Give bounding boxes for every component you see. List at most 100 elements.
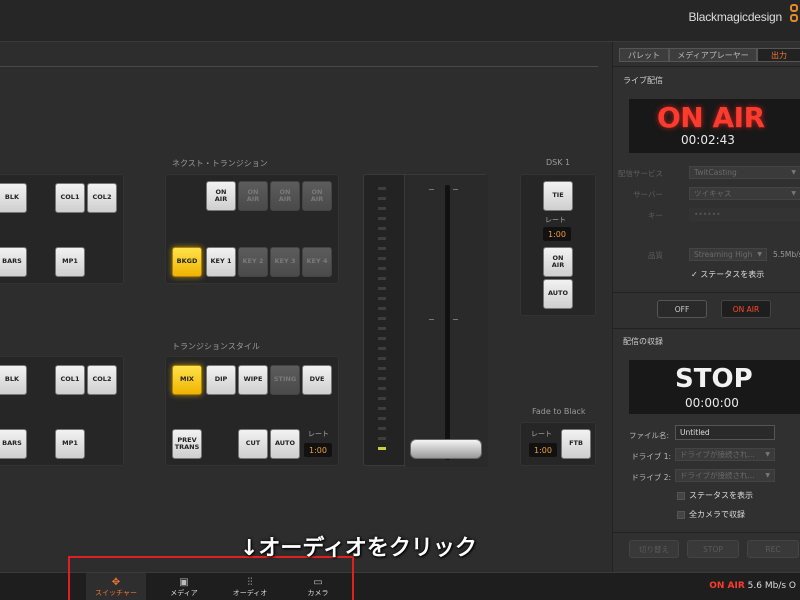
record-show-status-label: ステータスを表示	[689, 491, 753, 500]
dsk-on-air-button[interactable]: ON AIR	[543, 247, 573, 277]
quality-select[interactable]: Streaming High ▼	[689, 248, 767, 261]
chevron-down-icon: ▼	[765, 451, 770, 458]
dsk-label: DSK 1	[546, 158, 571, 167]
t-bar-handle[interactable]	[410, 439, 482, 459]
program-mp1-button[interactable]: MP1	[55, 247, 85, 277]
live-status-text: ON AIR	[657, 101, 765, 134]
dve-button[interactable]: DVE	[302, 365, 332, 395]
chevron-down-icon: ▼	[765, 472, 770, 479]
recording-status-display: STOP 00:00:00	[629, 360, 800, 414]
transition-style-panel: MIX DIP WIPE STING DVE PREV TRANS CUT AU…	[165, 356, 339, 466]
key3-button[interactable]: KEY 3	[270, 247, 300, 277]
t-bar-panel	[363, 174, 488, 467]
drive1-label: ドライブ 1:	[631, 452, 671, 461]
program-bars-button[interactable]: BARS	[0, 247, 27, 277]
show-status-label: ステータスを表示	[700, 270, 765, 279]
server-label: サーバー	[633, 190, 663, 199]
filename-input[interactable]: Untitled	[675, 425, 775, 440]
status-onair: ON AIR	[709, 581, 745, 591]
key2-button[interactable]: KEY 2	[238, 247, 268, 277]
sting-button[interactable]: STING	[270, 365, 300, 395]
service-select[interactable]: TwitCasting ▼	[689, 166, 800, 179]
preview-mp1-button[interactable]: MP1	[55, 429, 85, 459]
dsk-tie-button[interactable]: TIE	[543, 181, 573, 211]
record-all-cameras-checkbox[interactable]: 全カメラで収録	[677, 509, 745, 520]
sidebar-tabs: パレット メディアプレーヤー 出力	[619, 48, 800, 62]
transition-style-label: トランジションスタイル	[172, 342, 260, 351]
prev-trans-button[interactable]: PREV TRANS	[172, 429, 202, 459]
program-col1-button[interactable]: COL1	[55, 183, 85, 213]
switcher-panel: BLK COL1 COL2 BARS MP1 BLK COL1 COL2 BAR…	[0, 42, 610, 572]
preview-col2-button[interactable]: COL2	[87, 365, 117, 395]
ftb-rate-label: レート	[531, 430, 552, 438]
stream-key-field[interactable]: ••••••	[689, 208, 800, 221]
live-duration: 00:02:43	[681, 133, 735, 147]
program-bus-panel: BLK COL1 COL2 BARS MP1	[0, 174, 124, 284]
drive1-select[interactable]: ドライブが接続され... ▼	[675, 448, 775, 461]
preview-bars-button[interactable]: BARS	[0, 429, 27, 459]
t-bar-slot	[404, 175, 488, 467]
on-air-key1-button[interactable]: ON AIR	[238, 181, 268, 211]
record-all-cameras-label: 全カメラで収録	[689, 510, 745, 519]
chevron-down-icon: ▼	[791, 190, 796, 197]
dip-button[interactable]: DIP	[206, 365, 236, 395]
brand-logo-text: Blackmagicdesign	[688, 10, 782, 24]
title-bar: Blackmagicdesign	[0, 0, 800, 42]
cut-button[interactable]: CUT	[238, 429, 268, 459]
record-show-status-checkbox[interactable]: ステータスを表示	[677, 490, 753, 501]
t-bar-rail	[445, 185, 450, 460]
brand-logo-icon	[790, 4, 800, 34]
ftb-button[interactable]: FTB	[561, 429, 591, 459]
ftb-rate-value[interactable]: 1:00	[529, 443, 557, 457]
key1-button[interactable]: KEY 1	[206, 247, 236, 277]
record-stop-button[interactable]: STOP	[687, 540, 739, 558]
dsk-auto-button[interactable]: AUTO	[543, 279, 573, 309]
tab-palette[interactable]: パレット	[619, 48, 669, 62]
dsk-panel: TIE レート 1:00 ON AIR AUTO	[520, 174, 596, 316]
on-air-key3-button[interactable]: ON AIR	[302, 181, 332, 211]
live-off-button[interactable]: OFF	[657, 300, 707, 318]
filename-label: ファイル名:	[628, 431, 669, 440]
mix-button[interactable]: MIX	[172, 365, 202, 395]
show-status-checkbox[interactable]: ✓ ステータスを表示	[691, 269, 764, 280]
ftb-panel: レート 1:00 FTB	[520, 422, 596, 466]
key4-button[interactable]: KEY 4	[302, 247, 332, 277]
transition-rate-value[interactable]: 1:00	[304, 443, 332, 457]
drive1-value: ドライブが接続され...	[680, 450, 755, 459]
service-label: 配信サービス	[618, 169, 663, 178]
server-select[interactable]: ツイキャス ▼	[689, 187, 800, 200]
atem-software-control-window: Blackmagicdesign BLK COL1 COL2 BARS MP1 …	[0, 0, 800, 600]
program-col2-button[interactable]: COL2	[87, 183, 117, 213]
bkgd-button[interactable]: BKGD	[172, 247, 202, 277]
live-onair-button[interactable]: ON AIR	[721, 300, 771, 318]
service-value: TwitCasting	[694, 168, 737, 177]
status-rate: 5.6 Mb/s O	[747, 581, 796, 591]
auto-button[interactable]: AUTO	[270, 429, 300, 459]
quality-label: 品質	[648, 251, 663, 260]
drive2-label: ドライブ 2:	[631, 473, 671, 482]
switch-button[interactable]: 切り替え	[629, 540, 679, 558]
annotation-highlight-box	[68, 556, 354, 600]
chevron-down-icon: ▼	[757, 251, 762, 258]
on-air-key2-button[interactable]: ON AIR	[270, 181, 300, 211]
record-rec-button[interactable]: REC	[747, 540, 799, 558]
key-label: キー	[648, 211, 663, 220]
tab-media-player[interactable]: メディアプレーヤー	[669, 48, 757, 62]
preview-bus-panel: BLK COL1 COL2 BARS MP1	[0, 356, 124, 466]
wipe-button[interactable]: WIPE	[238, 365, 268, 395]
dsk-rate-label: レート	[545, 216, 566, 224]
drive2-select[interactable]: ドライブが接続され... ▼	[675, 469, 775, 482]
server-value: ツイキャス	[694, 189, 732, 198]
tab-output[interactable]: 出力	[757, 48, 800, 62]
ftb-label: Fade to Black	[532, 407, 586, 416]
dsk-rate-value[interactable]: 1:00	[543, 227, 571, 241]
transition-rate-label: レート	[308, 430, 329, 438]
on-air-bkgd-button[interactable]: ON AIR	[206, 181, 236, 211]
chevron-down-icon: ▼	[791, 169, 796, 176]
recording-duration: 00:00:00	[685, 396, 739, 410]
preview-col1-button[interactable]: COL1	[55, 365, 85, 395]
check-icon: ✓	[691, 270, 698, 279]
divider	[0, 66, 598, 67]
program-blk-button[interactable]: BLK	[0, 183, 27, 213]
preview-blk-button[interactable]: BLK	[0, 365, 27, 395]
